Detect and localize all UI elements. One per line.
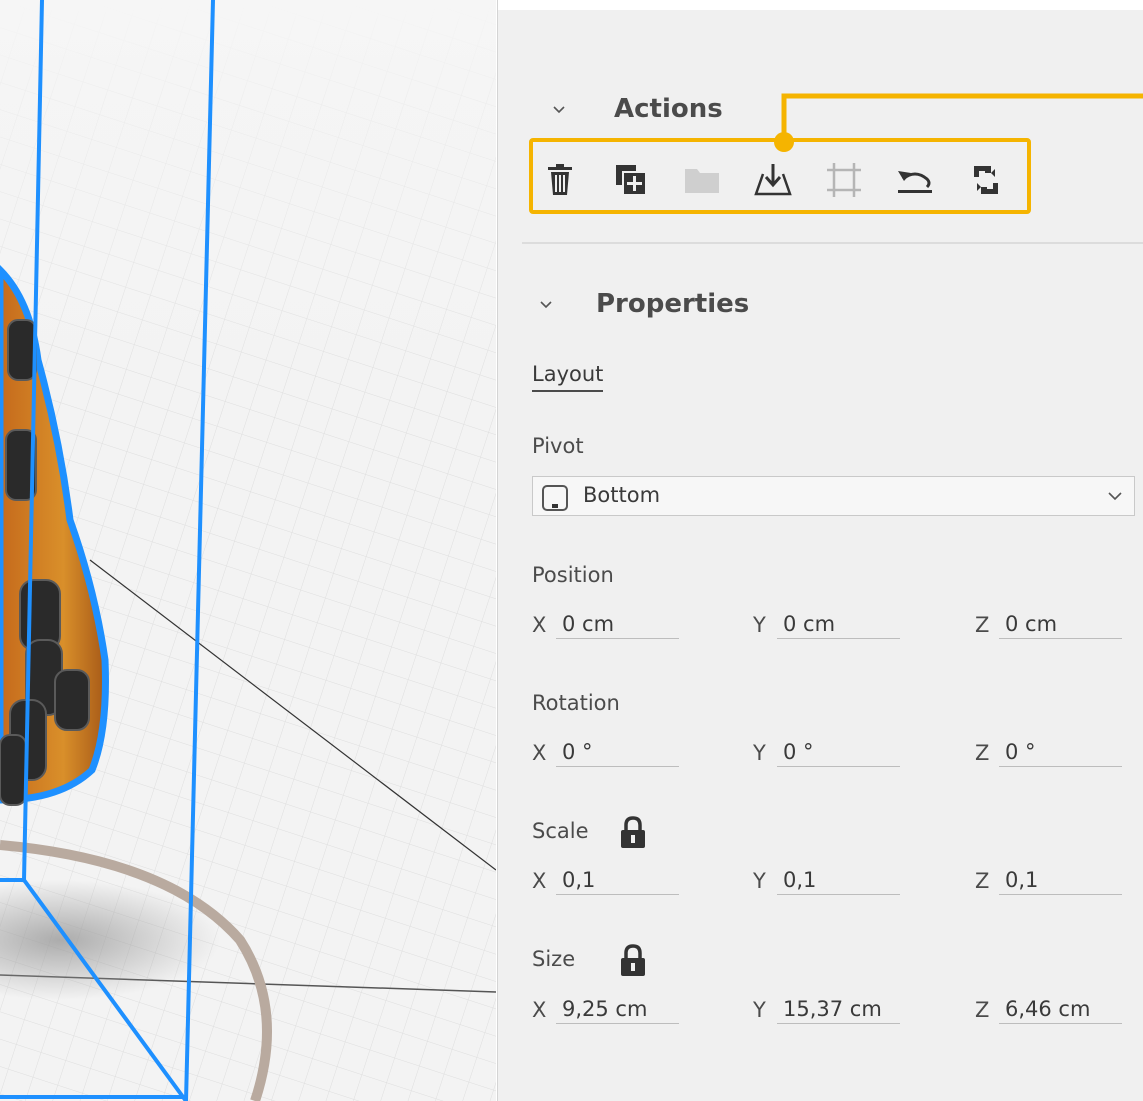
size-y-field: Y xyxy=(753,994,900,1030)
size-z-field: Z xyxy=(975,994,1122,1030)
lock-icon[interactable] xyxy=(619,816,647,850)
properties-heading: Properties xyxy=(596,289,750,319)
delete-button[interactable] xyxy=(540,160,580,200)
reset-button[interactable] xyxy=(895,160,935,200)
scale-z-field: Z xyxy=(975,865,1122,901)
replace-icon xyxy=(974,166,998,194)
size-x-input[interactable] xyxy=(556,994,679,1024)
position-x-field: X xyxy=(532,609,679,645)
3d-viewport[interactable] xyxy=(0,0,496,1101)
chevron-down-icon[interactable] xyxy=(553,104,565,116)
rotation-x-field: X xyxy=(532,737,679,773)
position-z-field: Z xyxy=(975,609,1122,645)
drop-to-ground-icon xyxy=(754,164,792,196)
section-divider xyxy=(522,242,1143,244)
duplicate-icon xyxy=(616,165,647,196)
chevron-down-icon[interactable] xyxy=(540,299,552,311)
size-x-field: X xyxy=(532,994,679,1030)
viewport-scene xyxy=(0,0,496,1101)
position-x-input[interactable] xyxy=(556,609,679,639)
replace-button[interactable] xyxy=(966,160,1006,200)
folder-icon xyxy=(685,169,719,193)
properties-panel: Actions Properties Layout Pivot Bottom P… xyxy=(497,0,1143,1101)
undo-icon xyxy=(898,171,932,193)
callout-connector xyxy=(774,93,1143,152)
size-z-input[interactable] xyxy=(999,994,1122,1024)
rotation-y-field: Y xyxy=(753,737,900,773)
actions-heading: Actions xyxy=(614,94,723,124)
pivot-dropdown[interactable]: Bottom xyxy=(532,476,1135,516)
grid-fade xyxy=(0,0,496,380)
size-y-input[interactable] xyxy=(777,994,900,1024)
position-z-input[interactable] xyxy=(999,609,1122,639)
pivot-value: Bottom xyxy=(583,483,661,507)
size-label: Size xyxy=(532,947,576,971)
rotation-x-input[interactable] xyxy=(556,737,679,767)
pivot-label: Pivot xyxy=(532,434,584,458)
tab-layout[interactable]: Layout xyxy=(532,362,604,392)
scale-y-input[interactable] xyxy=(777,865,900,895)
scale-y-field: Y xyxy=(753,865,900,901)
scale-x-input[interactable] xyxy=(556,865,679,895)
rotation-label: Rotation xyxy=(532,691,620,715)
group-button[interactable] xyxy=(682,160,722,200)
lock-icon[interactable] xyxy=(619,944,647,978)
scale-z-input[interactable] xyxy=(999,865,1122,895)
rotation-z-input[interactable] xyxy=(999,737,1122,767)
rotation-y-input[interactable] xyxy=(777,737,900,767)
rotation-z-field: Z xyxy=(975,737,1122,773)
duplicate-button[interactable] xyxy=(611,160,651,200)
frame-button[interactable] xyxy=(824,160,864,200)
position-y-input[interactable] xyxy=(777,609,900,639)
panel-header-band xyxy=(498,0,1143,10)
pivot-bottom-icon xyxy=(542,485,568,511)
scale-x-field: X xyxy=(532,865,679,901)
scale-label: Scale xyxy=(532,819,589,843)
chevron-down-icon xyxy=(1108,492,1122,501)
drop-to-ground-button[interactable] xyxy=(753,160,793,200)
position-label: Position xyxy=(532,563,614,587)
trash-icon xyxy=(548,164,572,195)
position-y-field: Y xyxy=(753,609,900,645)
frame-icon xyxy=(827,163,861,197)
